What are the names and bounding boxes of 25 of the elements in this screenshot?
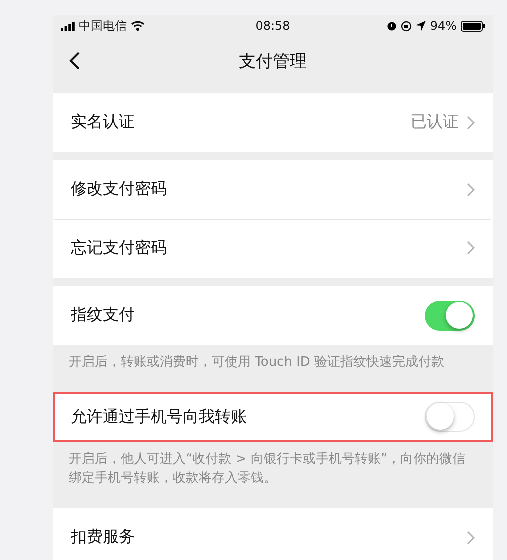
carrier-name: 中国电信 <box>79 18 127 34</box>
chevron-right-icon[interactable] <box>467 182 475 196</box>
battery-percent: 94% <box>430 19 457 33</box>
chevron-right-icon[interactable] <box>467 116 475 130</box>
toggle-switch[interactable] <box>425 402 475 432</box>
rotation-lock-icon <box>401 20 412 32</box>
setting-description: 开启后，他人可进入“收付款 > 向银行卡或手机号转账”，向你的微信绑定手机号转账，收款将存入零钱。 <box>68 451 467 488</box>
wifi-icon <box>131 21 145 31</box>
status-value: 已认证 <box>411 112 459 133</box>
page-title: 支付管理 <box>239 50 307 72</box>
alarm-clock-icon <box>387 21 398 31</box>
chevron-right-icon[interactable] <box>467 530 475 544</box>
toggle-switch[interactable] <box>425 300 475 330</box>
battery-icon <box>461 20 485 32</box>
setting-label: 修改支付密码 <box>71 179 168 200</box>
chevron-right-icon[interactable] <box>467 241 475 255</box>
setting-label: 实名认证 <box>71 112 136 133</box>
setting-label: 允许通过手机号向我转账 <box>71 406 248 428</box>
signal-icon <box>61 22 75 30</box>
clock-time: 08:58 <box>256 19 290 33</box>
setting-label: 指纹支付 <box>71 305 136 326</box>
location-arrow-icon <box>416 21 426 31</box>
setting-label: 忘记支付密码 <box>71 238 168 258</box>
setting-description: 开启后，转账或消费时，可使用 Touch ID 验证指纹快速完成付款 <box>68 354 446 372</box>
setting-label: 扣费服务 <box>71 527 136 548</box>
